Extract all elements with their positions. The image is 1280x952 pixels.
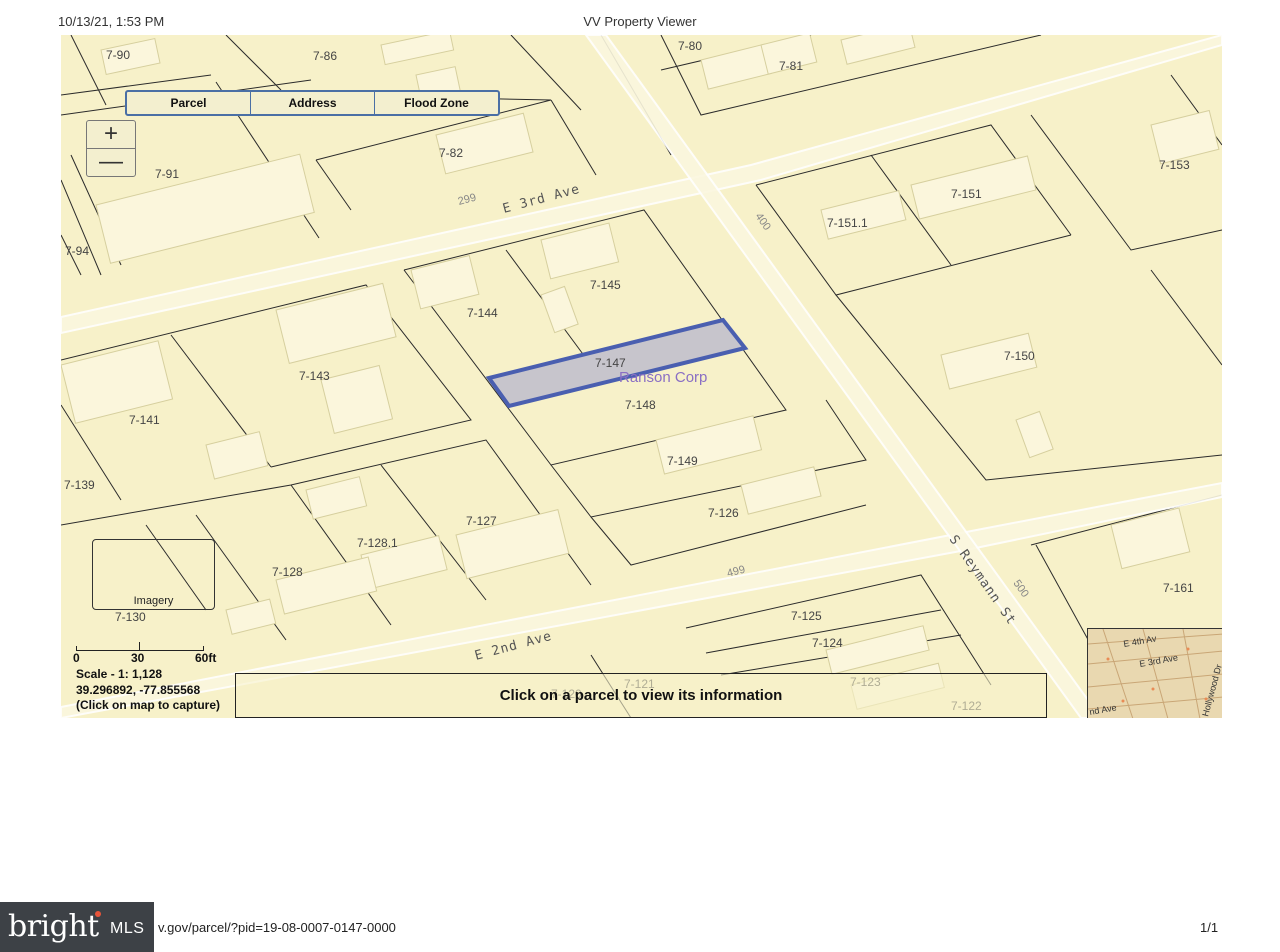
tab-address[interactable]: Address <box>251 92 375 114</box>
parcel-label: 7-90 <box>106 48 130 62</box>
parcel-line <box>1150 269 1222 366</box>
tab-parcel[interactable]: Parcel <box>127 92 251 114</box>
parcel-line <box>225 35 282 91</box>
building <box>1015 410 1054 459</box>
building <box>205 431 269 480</box>
building <box>540 222 620 280</box>
parcel-label: 7-153 <box>1159 158 1190 172</box>
parcel-label: 7-126 <box>708 506 739 520</box>
parcel-label: 7-144 <box>467 306 498 320</box>
parcel-label: 7-139 <box>64 478 95 492</box>
logo-suffix: MLS <box>110 920 145 937</box>
parcel-label: 7-81 <box>779 59 803 73</box>
parcel-info-box: Click on a parcel to view its informatio… <box>235 673 1047 718</box>
footer-url: v.gov/parcel/?pid=19-08-0007-0147-0000 <box>158 920 396 935</box>
address-number: 400 <box>753 211 773 233</box>
scale-tick-30: 30 <box>131 651 145 665</box>
parcel-line <box>70 35 107 106</box>
parcel-label: 7-130 <box>115 610 146 624</box>
address-number: 299 <box>457 192 478 208</box>
building <box>305 476 368 520</box>
inset-label: nd Ave <box>1089 702 1118 717</box>
parcel-label: 7-80 <box>678 39 702 53</box>
parcel-label: 7-151.1 <box>827 216 868 230</box>
parcel-label: 7-145 <box>590 278 621 292</box>
parcel-line <box>550 99 597 176</box>
coordinates-readout: 39.296892, -77.855568 <box>76 683 201 697</box>
building <box>1150 109 1220 165</box>
building <box>700 43 772 90</box>
parcel-label: 7-128.1 <box>357 536 398 550</box>
parcel-label: 7-125 <box>791 609 822 623</box>
logo-dot-icon <box>95 911 101 917</box>
zoom-in-button[interactable]: + <box>87 121 135 149</box>
parcel-line <box>61 179 102 276</box>
building <box>840 35 916 65</box>
zoom-control: + — <box>86 120 136 177</box>
parcel-label: 7-148 <box>625 398 656 412</box>
building <box>825 625 930 675</box>
parcel-label: 7-128 <box>272 565 303 579</box>
parcel-label: 7-86 <box>313 49 337 63</box>
building <box>820 190 907 240</box>
inset-label: E 3rd Ave <box>1139 652 1179 669</box>
parcel-label: 7-82 <box>439 146 463 160</box>
inset-overview-map[interactable]: E 4th Av E 3rd Ave nd Ave Hollywood Dr <box>1087 628 1222 718</box>
building <box>61 340 174 424</box>
capture-hint: (Click on map to capture) <box>76 698 221 712</box>
imagery-label: Imagery <box>133 595 174 607</box>
parcel-label: 7-94 <box>65 244 89 258</box>
map-canvas[interactable]: 7-90 7-86 7-80 7-81 7-84 7-82 7-91 7-94 … <box>61 35 1222 718</box>
tab-flood-zone[interactable]: Flood Zone <box>375 92 498 114</box>
inset-label: Hollywood Dr <box>1200 663 1222 717</box>
parcel-label: 7-127 <box>466 514 497 528</box>
building <box>410 254 480 310</box>
parcel-label: 7-150 <box>1004 349 1035 363</box>
parcel-line <box>755 184 1072 296</box>
bright-mls-logo: bright MLS <box>0 902 154 952</box>
zoom-out-button[interactable]: — <box>87 149 135 176</box>
parcel-line <box>1035 544 1092 646</box>
parcel-label: 7-143 <box>299 369 330 383</box>
print-title: VV Property Viewer <box>583 14 697 29</box>
building <box>275 282 397 364</box>
parcel-label: 7-91 <box>155 167 179 181</box>
scale-tick-0: 0 <box>73 651 80 665</box>
layer-tabs: Parcel Address Flood Zone <box>125 90 500 116</box>
parcel-label: 7-149 <box>667 454 698 468</box>
building <box>435 112 534 175</box>
building <box>380 35 455 66</box>
selected-parcel-id: 7-147 <box>595 356 626 370</box>
parcel-label: 7-124 <box>812 636 843 650</box>
scale-tick-60: 60ft <box>195 651 217 665</box>
parcel-map[interactable]: 7-90 7-86 7-80 7-81 7-84 7-82 7-91 7-94 … <box>61 35 1222 718</box>
parcel-line <box>510 35 582 111</box>
logo-brand: bright <box>8 909 99 944</box>
building <box>540 285 579 334</box>
parcel-label: 7-151 <box>951 187 982 201</box>
inset-label: E 4th Av <box>1123 633 1158 649</box>
building <box>320 364 394 434</box>
parcel-label: 7-161 <box>1163 581 1194 595</box>
scale-ratio: Scale - 1: 1,128 <box>76 667 163 681</box>
footer-page-number: 1/1 <box>1200 920 1219 935</box>
parcel-label: 7-141 <box>129 413 160 427</box>
building <box>225 598 277 635</box>
imagery-toggle-button[interactable]: Imagery <box>92 539 215 610</box>
building <box>740 466 822 515</box>
parcel-line <box>315 159 352 211</box>
selected-parcel-owner: Ranson Corp <box>619 369 707 386</box>
